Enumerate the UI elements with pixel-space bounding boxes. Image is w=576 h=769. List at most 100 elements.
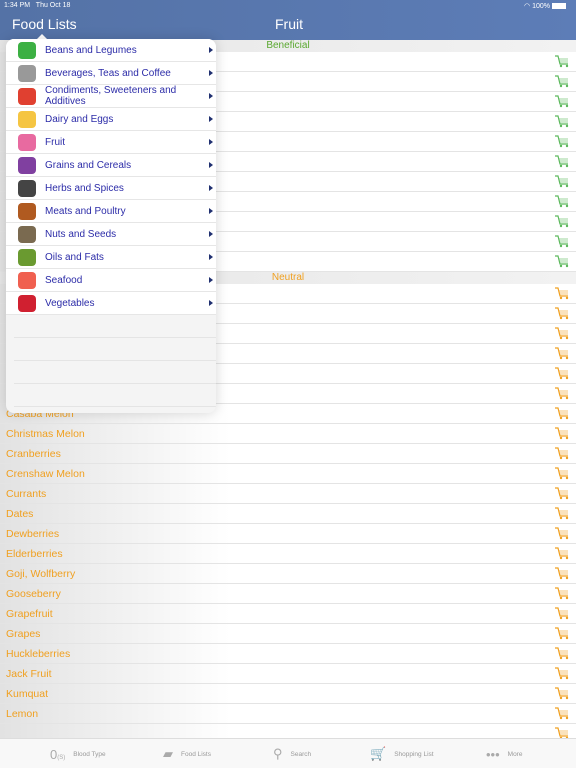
nuts-icon bbox=[18, 226, 36, 243]
add-to-cart-icon[interactable] bbox=[555, 507, 569, 520]
food-row[interactable]: Elderberries bbox=[0, 544, 576, 564]
add-to-cart-icon[interactable] bbox=[555, 487, 569, 500]
add-to-cart-icon[interactable] bbox=[555, 215, 569, 228]
menu-item-label: Oils and Fats bbox=[45, 251, 104, 263]
chevron-right-icon bbox=[209, 185, 213, 191]
menu-item-label: Meats and Poultry bbox=[45, 205, 126, 217]
menu-item-condiments-sweeteners-and-additives[interactable]: Condiments, Sweeteners and Additives bbox=[6, 85, 216, 108]
tab-shopping-list[interactable]: 🛒 Shopping List bbox=[370, 739, 434, 769]
food-row[interactable]: Grapes bbox=[0, 624, 576, 644]
food-name: Currants bbox=[6, 488, 47, 500]
add-to-cart-icon[interactable] bbox=[555, 55, 569, 68]
food-row[interactable]: Kumquat bbox=[0, 684, 576, 704]
add-to-cart-icon[interactable] bbox=[555, 527, 569, 540]
empty-row bbox=[14, 338, 216, 361]
chevron-right-icon bbox=[209, 70, 213, 76]
add-to-cart-icon[interactable] bbox=[555, 327, 569, 340]
food-row[interactable]: Gooseberry bbox=[0, 584, 576, 604]
crab-icon bbox=[18, 272, 36, 289]
add-to-cart-icon[interactable] bbox=[555, 687, 569, 700]
food-name: Elderberries bbox=[6, 548, 63, 560]
food-row[interactable]: Lemon bbox=[0, 704, 576, 724]
add-to-cart-icon[interactable] bbox=[555, 307, 569, 320]
blood-type-icon: 0(S) bbox=[50, 746, 66, 762]
menu-item-grains-and-cereals[interactable]: Grains and Cereals bbox=[6, 154, 216, 177]
chevron-right-icon bbox=[209, 116, 213, 122]
tab-more[interactable]: ••• More bbox=[486, 739, 522, 769]
menu-item-meats-and-poultry[interactable]: Meats and Poultry bbox=[6, 200, 216, 223]
oil-icon bbox=[18, 249, 36, 266]
add-to-cart-icon[interactable] bbox=[555, 115, 569, 128]
add-to-cart-icon[interactable] bbox=[555, 75, 569, 88]
add-to-cart-icon[interactable] bbox=[555, 707, 569, 720]
chevron-right-icon bbox=[209, 231, 213, 237]
folder-icon: ▰ bbox=[163, 746, 173, 761]
status-date: Thu Oct 18 bbox=[35, 2, 71, 9]
tab-blood-type[interactable]: 0(S) Blood Type bbox=[50, 739, 106, 769]
add-to-cart-icon[interactable] bbox=[555, 427, 569, 440]
add-to-cart-icon[interactable] bbox=[555, 387, 569, 400]
add-to-cart-icon[interactable] bbox=[555, 607, 569, 620]
add-to-cart-icon[interactable] bbox=[555, 195, 569, 208]
food-row[interactable]: Currants bbox=[0, 484, 576, 504]
food-name: Jack Fruit bbox=[6, 668, 52, 680]
food-row[interactable]: Goji, Wolfberry bbox=[0, 564, 576, 584]
add-to-cart-icon[interactable] bbox=[555, 255, 569, 268]
tab-label: Search bbox=[290, 750, 312, 758]
add-to-cart-icon[interactable] bbox=[555, 547, 569, 560]
page-title: Fruit bbox=[275, 16, 303, 32]
food-name: Dewberries bbox=[6, 528, 60, 540]
tab-food-lists[interactable]: ▰ Food Lists bbox=[163, 739, 211, 769]
menu-item-beverages-teas-and-coffee[interactable]: Beverages, Teas and Coffee bbox=[6, 62, 216, 85]
food-row[interactable]: Grapefruit bbox=[0, 604, 576, 624]
add-to-cart-icon[interactable] bbox=[555, 235, 569, 248]
food-row[interactable]: Crenshaw Melon bbox=[0, 464, 576, 484]
chevron-right-icon bbox=[209, 208, 213, 214]
cheese-icon bbox=[18, 111, 36, 128]
tab-label: More bbox=[507, 750, 523, 758]
add-to-cart-icon[interactable] bbox=[555, 347, 569, 360]
food-row[interactable]: Cranberries bbox=[0, 444, 576, 464]
wifi-icon: ◠ bbox=[524, 3, 531, 10]
add-to-cart-icon[interactable] bbox=[555, 647, 569, 660]
menu-item-vegetables[interactable]: Vegetables bbox=[6, 292, 216, 315]
menu-item-beans-and-legumes[interactable]: Beans and Legumes bbox=[6, 39, 216, 62]
add-to-cart-icon[interactable] bbox=[555, 287, 569, 300]
menu-item-seafood[interactable]: Seafood bbox=[6, 269, 216, 292]
food-name: Grapes bbox=[6, 628, 41, 640]
food-row[interactable]: Dates bbox=[0, 504, 576, 524]
add-to-cart-icon[interactable] bbox=[555, 667, 569, 680]
chevron-right-icon bbox=[209, 93, 213, 99]
chevron-right-icon bbox=[209, 139, 213, 145]
menu-item-herbs-and-spices[interactable]: Herbs and Spices bbox=[6, 177, 216, 200]
cart-icon: 🛒 bbox=[370, 746, 387, 761]
add-to-cart-icon[interactable] bbox=[555, 467, 569, 480]
add-to-cart-icon[interactable] bbox=[555, 587, 569, 600]
menu-item-label: Beverages, Teas and Coffee bbox=[45, 67, 171, 79]
add-to-cart-icon[interactable] bbox=[555, 447, 569, 460]
food-row[interactable]: Dewberries bbox=[0, 524, 576, 544]
tab-search[interactable]: ⚲ Search bbox=[273, 739, 311, 769]
food-name: Cranberries bbox=[6, 448, 61, 460]
add-to-cart-icon[interactable] bbox=[555, 175, 569, 188]
food-lists-button[interactable]: Food Lists bbox=[12, 16, 77, 32]
menu-item-fruit[interactable]: Fruit bbox=[6, 131, 216, 154]
add-to-cart-icon[interactable] bbox=[555, 367, 569, 380]
menu-item-nuts-and-seeds[interactable]: Nuts and Seeds bbox=[6, 223, 216, 246]
add-to-cart-icon[interactable] bbox=[555, 407, 569, 420]
drink-icon bbox=[18, 65, 36, 82]
food-row[interactable]: Jack Fruit bbox=[0, 664, 576, 684]
add-to-cart-icon[interactable] bbox=[555, 627, 569, 640]
add-to-cart-icon[interactable] bbox=[555, 135, 569, 148]
add-to-cart-icon[interactable] bbox=[555, 155, 569, 168]
food-row[interactable]: Christmas Melon bbox=[0, 424, 576, 444]
menu-item-label: Grains and Cereals bbox=[45, 159, 132, 171]
menu-item-oils-and-fats[interactable]: Oils and Fats bbox=[6, 246, 216, 269]
add-to-cart-icon[interactable] bbox=[555, 567, 569, 580]
add-to-cart-icon[interactable] bbox=[555, 95, 569, 108]
menu-item-dairy-and-eggs[interactable]: Dairy and Eggs bbox=[6, 108, 216, 131]
food-row[interactable]: Huckleberries bbox=[0, 644, 576, 664]
peas-icon bbox=[18, 42, 36, 59]
status-time: 1:34 PM bbox=[4, 2, 31, 9]
food-name: Grapefruit bbox=[6, 608, 53, 620]
